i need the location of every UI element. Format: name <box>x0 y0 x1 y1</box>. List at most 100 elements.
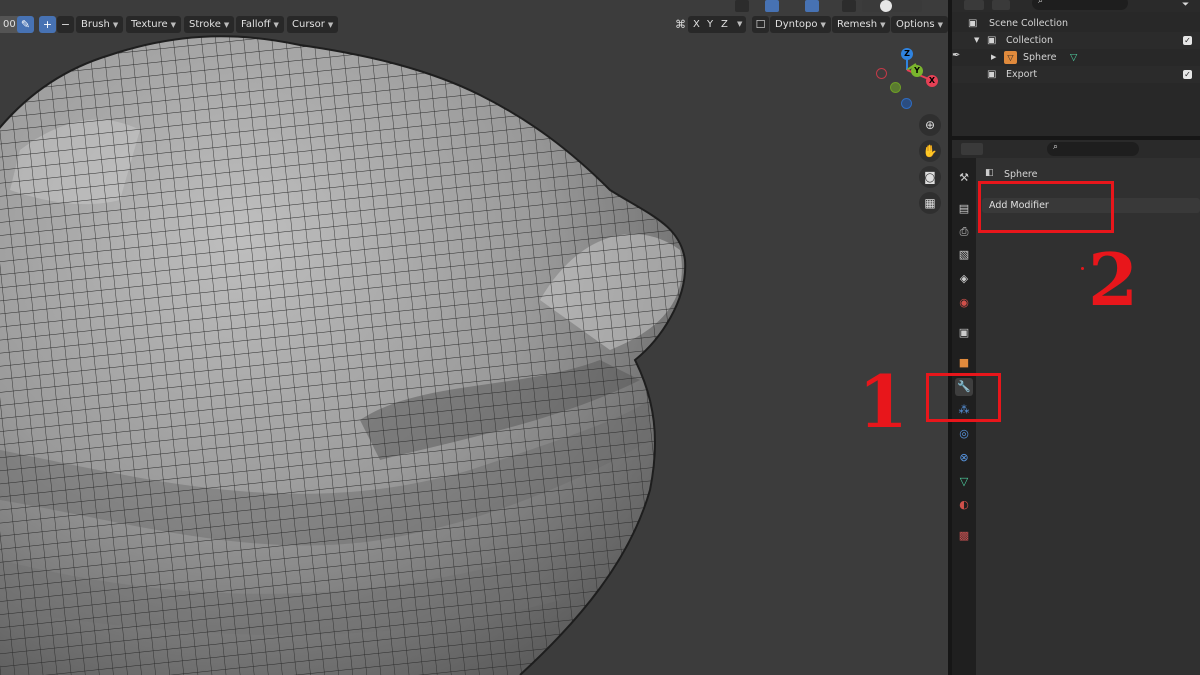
brush-menu[interactable]: Brush ▼ <box>76 16 124 33</box>
gizmo-x-axis[interactable]: X <box>926 75 938 87</box>
outliner-row-scene-collection[interactable]: ▣ Scene Collection <box>952 15 1200 32</box>
export-checkbox[interactable]: ✓ <box>1183 70 1192 79</box>
solid-shading-icon[interactable] <box>880 0 892 12</box>
stroke-menu[interactable]: Stroke ▼ <box>184 16 235 33</box>
gizmo-z-axis[interactable]: Z <box>901 48 913 60</box>
remesh-menu[interactable]: Remesh ▼ <box>832 16 891 33</box>
chevron-down-icon: ▼ <box>112 21 119 29</box>
chevron-down-icon: ▼ <box>880 21 886 29</box>
texture-tab-icon[interactable]: ▩ <box>955 527 973 545</box>
falloff-label: Falloff <box>241 19 271 30</box>
sculpt-mesh <box>0 35 687 675</box>
export-label: Export <box>1006 69 1038 80</box>
3d-viewport[interactable]: 00 ✎ + − Brush ▼ Texture ▼ Stroke ▼ Falloff… <box>0 0 948 675</box>
hand-icon[interactable]: ✋ <box>919 140 941 162</box>
properties-header: ⌕ <box>952 140 1200 158</box>
axis-x-toggle[interactable]: X <box>693 16 700 33</box>
outliner-search-input[interactable]: ⌕ <box>1032 0 1128 10</box>
tool-tab-icon[interactable]: ⚒ <box>955 169 973 187</box>
symmetry-axes: X Y Z ▼ <box>688 16 746 33</box>
expand-arrow-icon[interactable]: ▶ <box>991 49 996 66</box>
texture-label: Texture <box>131 19 168 30</box>
annotation-number-1: 1 <box>858 359 909 444</box>
sphere-label: Sphere <box>1023 52 1057 63</box>
editor-type-icon[interactable] <box>961 143 983 155</box>
view-layer-tab-icon[interactable]: ▧ <box>955 246 973 264</box>
display-mode-icon[interactable] <box>964 0 984 10</box>
material-tab-icon[interactable]: ◐ <box>955 496 973 514</box>
expand-arrow-icon[interactable]: ▼ <box>974 32 979 49</box>
object-name-label: Sphere <box>1004 169 1038 180</box>
filter-icon[interactable]: ⏷ <box>1182 0 1189 10</box>
cursor-menu[interactable]: Cursor ▼ <box>287 16 339 33</box>
outliner-row-export[interactable]: ▣ Export ✓ <box>952 66 1200 83</box>
overlay-toggle-icon[interactable] <box>805 0 819 12</box>
stroke-label: Stroke <box>189 19 221 30</box>
outliner-row-collection[interactable]: ▼ ▣ Collection ✓ <box>952 32 1200 49</box>
chevron-down-icon: ▼ <box>273 21 279 29</box>
constraints-tab-icon[interactable]: ⊗ <box>955 449 973 467</box>
brush-label: Brush <box>81 19 110 30</box>
output-tab-icon[interactable]: ⎙ <box>955 223 973 241</box>
falloff-menu[interactable]: Falloff ▼ <box>236 16 284 33</box>
mesh-object-icon: ▽ <box>1004 51 1017 64</box>
add-direction-button[interactable]: + <box>39 16 56 33</box>
collection-checkbox[interactable]: ✓ <box>1183 36 1192 45</box>
grid-icon[interactable]: ▦ <box>919 192 941 214</box>
scene-collection-icon: ▣ <box>968 18 978 29</box>
gizmo-neg-x[interactable] <box>876 68 887 79</box>
cursor-label: Cursor <box>292 19 325 30</box>
data-tab-icon[interactable]: ▽ <box>955 473 973 491</box>
collection-tab-icon[interactable]: ▣ <box>955 324 973 342</box>
annotation-dot <box>1081 267 1084 270</box>
subtract-direction-button[interactable]: − <box>57 16 74 33</box>
zoom-icon[interactable]: ⊕ <box>919 114 941 136</box>
chevron-down-icon: ▼ <box>223 21 230 29</box>
search-icon: ⌕ <box>1053 142 1059 152</box>
physics-tab-icon[interactable]: ◎ <box>955 425 973 443</box>
xray-icon[interactable] <box>842 0 856 12</box>
camera-icon[interactable]: ◙ <box>919 166 941 188</box>
gizmo-neg-y[interactable] <box>890 82 901 93</box>
eyedropper-icon[interactable]: ✒ <box>952 50 960 61</box>
scene-collection-label: Scene Collection <box>989 18 1068 29</box>
remesh-label: Remesh <box>837 19 878 30</box>
gizmo-toggle-icon[interactable] <box>765 0 779 12</box>
viewport-shading-buttons[interactable] <box>862 0 922 12</box>
dyntopo-menu[interactable]: Dyntopo ▼ <box>770 16 831 33</box>
properties-search-input[interactable]: ⌕ <box>1047 142 1139 156</box>
search-icon: ⌕ <box>1038 0 1044 6</box>
chevron-down-icon: ▼ <box>820 21 826 29</box>
chevron-down-icon: ▼ <box>737 20 743 28</box>
axis-y-toggle[interactable]: Y <box>707 16 713 33</box>
dyntopo-checkbox[interactable]: ☐ <box>752 16 769 33</box>
gizmo-y-axis[interactable]: Y <box>911 65 923 77</box>
gizmo-neg-z[interactable] <box>901 98 912 109</box>
options-menu[interactable]: Options ▼ <box>891 16 948 33</box>
navigation-gizmo[interactable]: Z Y X <box>870 44 940 114</box>
outliner-row-sphere[interactable]: ▶ ▽ Sphere ▽ <box>952 49 1200 66</box>
options-label: Options <box>896 19 935 30</box>
collection-icon: ▣ <box>987 35 997 46</box>
highlight-box-modifier-tab <box>926 373 1001 422</box>
object-icon: ◧ <box>985 168 994 178</box>
chevron-down-icon: ▼ <box>327 21 334 29</box>
world-tab-icon[interactable]: ◉ <box>955 294 973 312</box>
outliner-header: ⌕ ⏷ <box>952 0 1200 12</box>
render-tab-icon[interactable]: ▤ <box>955 200 973 218</box>
scene-tab-icon[interactable]: ◈ <box>955 270 973 288</box>
chevron-down-icon: ▼ <box>170 21 176 29</box>
texture-menu[interactable]: Texture ▼ <box>126 16 181 33</box>
symmetry-icon: ⌘ <box>675 18 686 31</box>
pressure-icon[interactable]: ✎ <box>17 16 34 33</box>
dyntopo-label: Dyntopo <box>775 19 818 30</box>
mesh-data-icon[interactable]: ▽ <box>1070 49 1077 66</box>
collection-label: Collection <box>1006 35 1053 46</box>
annotation-number-2: 2 <box>1088 237 1139 322</box>
viewport-header: 00 ✎ + − Brush ▼ Texture ▼ Stroke ▼ Falloff… <box>0 14 948 36</box>
view-icon[interactable] <box>992 0 1010 10</box>
highlight-box-add-modifier <box>978 181 1114 233</box>
axis-z-toggle[interactable]: Z <box>721 16 728 33</box>
object-tab-icon[interactable]: ■ <box>955 354 973 372</box>
shading-icon[interactable] <box>735 0 749 12</box>
